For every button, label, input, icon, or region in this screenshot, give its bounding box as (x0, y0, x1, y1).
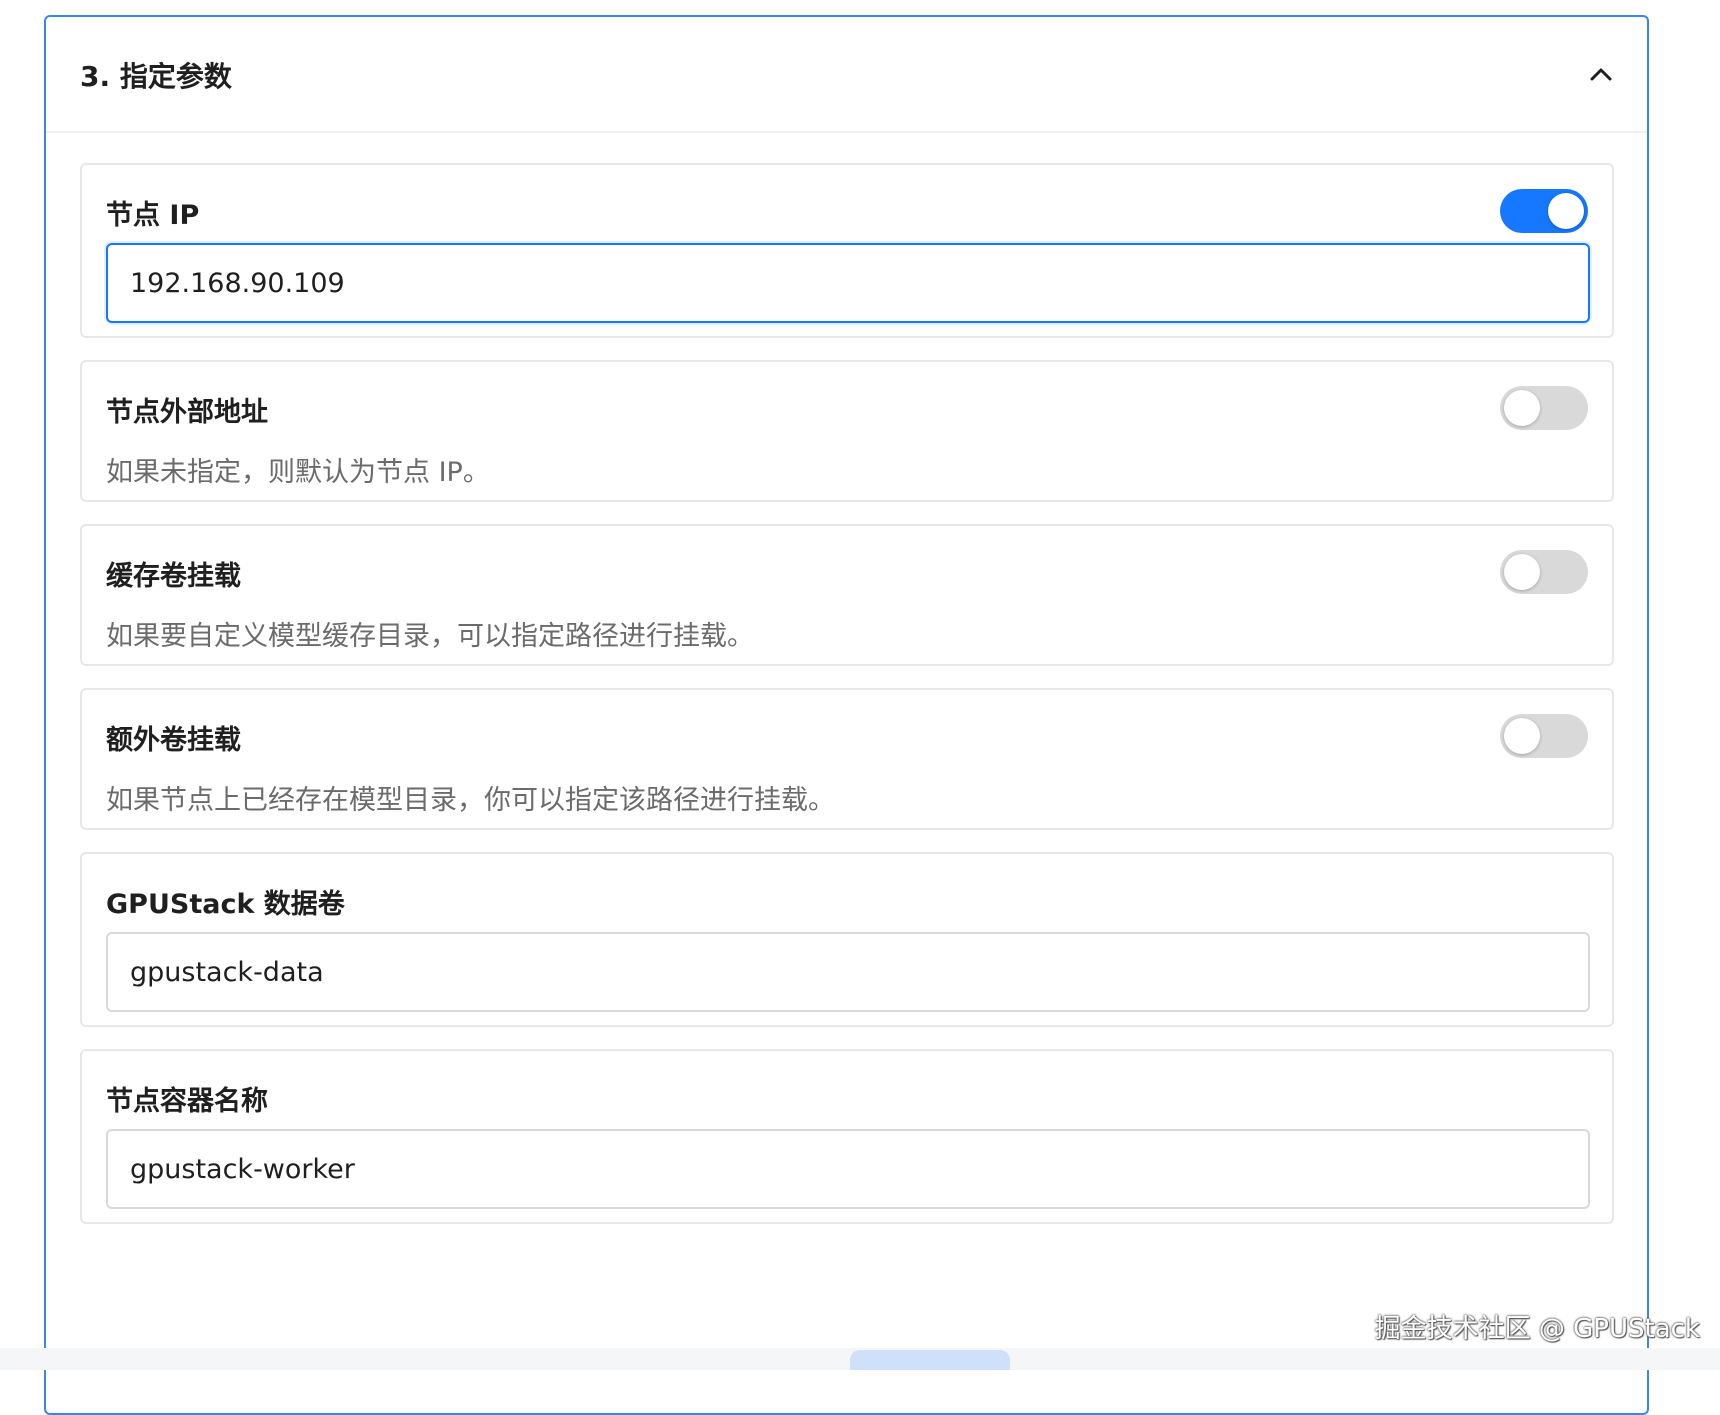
node-container-name-label: 节点容器名称 (106, 1086, 268, 1117)
node-ip-input[interactable] (106, 243, 1590, 323)
extra-volume-mount-card: 额外卷挂载 如果节点上已经存在模型目录，你可以指定该路径进行挂载。 (80, 688, 1614, 830)
node-ip-label: 节点 IP (106, 200, 200, 231)
node-container-name-card: 节点容器名称 (80, 1049, 1614, 1224)
node-external-address-toggle[interactable] (1500, 386, 1588, 430)
toggle-knob (1548, 193, 1584, 229)
cache-volume-mount-card: 缓存卷挂载 如果要自定义模型缓存目录，可以指定路径进行挂载。 (80, 524, 1614, 666)
node-ip-card: 节点 IP (80, 163, 1614, 338)
cache-volume-mount-description: 如果要自定义模型缓存目录，可以指定路径进行挂载。 (106, 621, 754, 652)
toggle-knob (1504, 390, 1540, 426)
gpustack-data-volume-label: GPUStack 数据卷 (106, 889, 345, 920)
node-external-address-label: 节点外部地址 (106, 397, 268, 428)
gpustack-data-volume-card: GPUStack 数据卷 (80, 852, 1614, 1027)
toggle-knob (1504, 718, 1540, 754)
gpustack-data-volume-input[interactable] (106, 932, 1590, 1012)
node-external-address-card: 节点外部地址 如果未指定，则默认为节点 IP。 (80, 360, 1614, 502)
extra-volume-mount-toggle[interactable] (1500, 714, 1588, 758)
bottom-highlight (850, 1350, 1010, 1370)
extra-volume-mount-label: 额外卷挂载 (106, 725, 241, 756)
panel-header[interactable]: 3. 指定参数 (46, 17, 1647, 133)
watermark: 掘金技术社区 @ GPUStack (1374, 1314, 1700, 1344)
specify-parameters-panel: 3. 指定参数 节点 IP 节点外部地址 如果未指定，则默认为节点 IP。 缓存… (44, 15, 1649, 1415)
node-ip-toggle[interactable] (1500, 189, 1588, 233)
node-container-name-input[interactable] (106, 1129, 1590, 1209)
extra-volume-mount-description: 如果节点上已经存在模型目录，你可以指定该路径进行挂载。 (106, 785, 835, 816)
panel-title: 3. 指定参数 (80, 60, 232, 93)
cache-volume-mount-toggle[interactable] (1500, 550, 1588, 594)
toggle-knob (1504, 554, 1540, 590)
chevron-up-icon[interactable] (1585, 59, 1617, 91)
cache-volume-mount-label: 缓存卷挂载 (106, 561, 241, 592)
node-external-address-description: 如果未指定，则默认为节点 IP。 (106, 457, 490, 488)
